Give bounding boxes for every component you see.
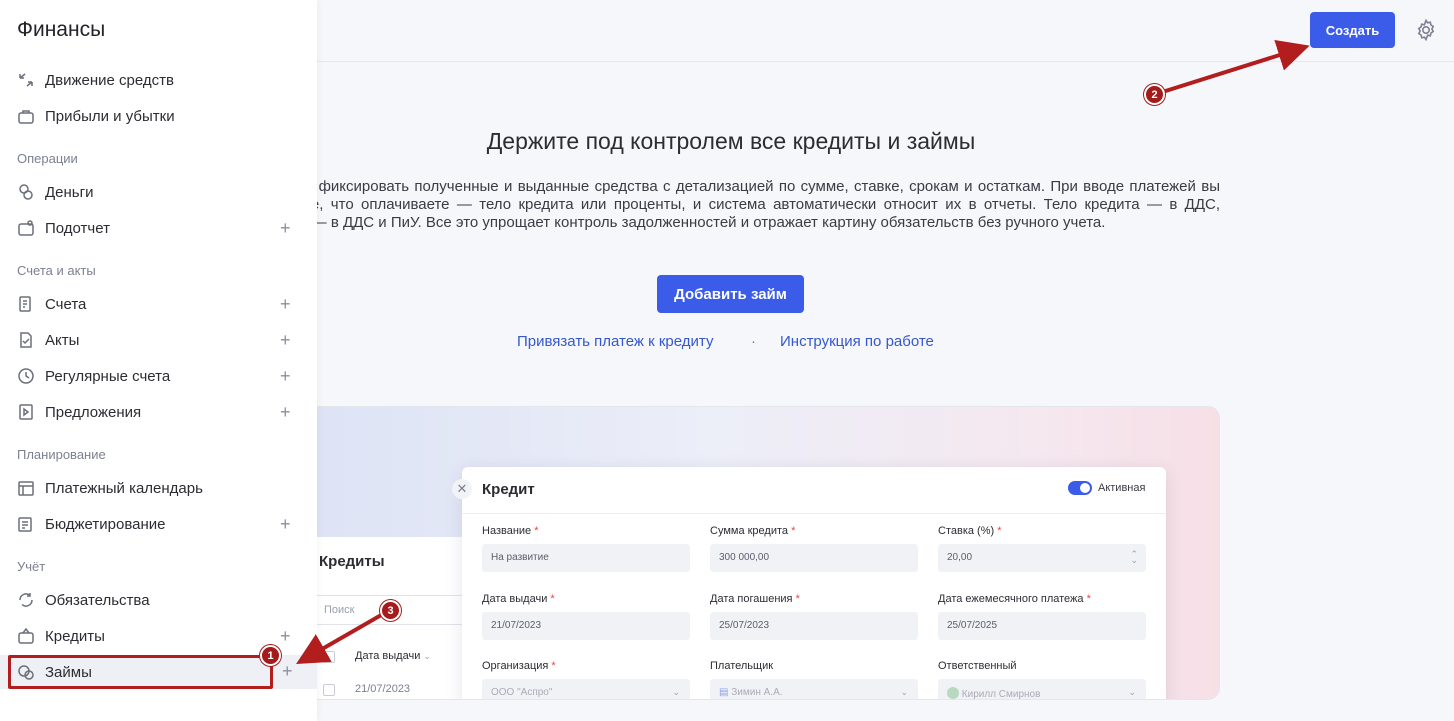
sidebar: Финансы Движение средств Прибыли и убытк… xyxy=(0,0,317,721)
monthly-date-label: Дата ежемесячного платежа * xyxy=(938,593,1091,605)
add-offer-button[interactable]: + xyxy=(280,402,291,423)
page-headline: Держите под контролем все кредиты и займ… xyxy=(486,128,976,154)
bind-payment-link[interactable]: Привязать платеж к кредиту xyxy=(517,333,713,350)
sidebar-item-label: Счета xyxy=(45,296,87,313)
sidebar-item-label: Регулярные счета xyxy=(45,368,171,385)
chevron-down-icon: ⌄ xyxy=(900,687,908,697)
add-budget-button[interactable]: + xyxy=(280,514,291,535)
sidebar-item-label: Прибыли и убытки xyxy=(45,108,175,125)
sidebar-item-label: Платежный календарь xyxy=(45,480,203,497)
active-toggle-label: Активная xyxy=(1098,482,1146,494)
sidebar-item-profit-loss[interactable]: Прибыли и убытки xyxy=(0,99,317,133)
avatar xyxy=(947,687,959,699)
sidebar-item-label: Кредиты xyxy=(45,628,105,645)
refresh-icon xyxy=(19,593,33,607)
invoice-icon xyxy=(19,296,31,312)
coins-icon xyxy=(19,184,33,200)
play-doc-icon xyxy=(19,404,33,420)
arrows-icon xyxy=(19,73,33,87)
amount-label: Сумма кредита * xyxy=(710,525,796,537)
sidebar-item-label: Обязательства xyxy=(45,592,150,609)
annotation-highlight-box xyxy=(8,655,273,689)
add-subreport-button[interactable]: + xyxy=(280,218,291,239)
header-checkbox xyxy=(323,651,335,663)
sidebar-item-label: Подотчет xyxy=(45,220,110,237)
chevron-down-icon: ⌄ xyxy=(672,687,680,697)
row-issue-date: 21/07/2023 xyxy=(355,683,411,695)
stepper-icon: ⌃ ⌄ xyxy=(1130,549,1138,565)
wallet-icon xyxy=(18,220,34,236)
add-loan-sidebar-button[interactable]: + xyxy=(275,658,305,688)
divider xyxy=(462,513,1166,514)
payer-field: ▤ Зимин А.А. ⌄ xyxy=(710,679,918,699)
amount-field: 300 000,00 xyxy=(710,544,918,572)
sidebar-item-label: Деньги xyxy=(45,184,94,201)
add-invoice-button[interactable]: + xyxy=(280,294,291,315)
sidebar-item-subreport[interactable]: Подотчет + xyxy=(0,211,317,245)
chevron-down-icon: ⌄ xyxy=(1128,687,1136,697)
create-button[interactable]: Создать xyxy=(1310,12,1395,48)
sidebar-item-obligations[interactable]: Обязательства xyxy=(0,583,317,617)
sidebar-item-pay-calendar[interactable]: Платежный календарь xyxy=(0,471,317,505)
add-act-button[interactable]: + xyxy=(280,330,291,351)
bag-icon xyxy=(18,110,34,124)
issue-date-field: 21/07/2023 xyxy=(482,612,690,640)
sidebar-item-budgeting[interactable]: Бюджетирование + xyxy=(0,507,317,541)
sidebar-item-label: Предложения xyxy=(45,404,142,421)
instructions-link[interactable]: Инструкция по работе xyxy=(780,333,934,350)
section-invoices: Счета и акты xyxy=(17,263,96,278)
credits-title: Кредиты xyxy=(319,553,385,570)
close-icon: ✕ xyxy=(452,479,472,499)
credit-modal-preview: ✕ Кредит Активная Название * На развитие… xyxy=(452,467,1166,699)
issue-date-label: Дата выдачи * xyxy=(482,593,555,605)
section-operations: Операции xyxy=(17,151,78,166)
sidebar-item-money[interactable]: Деньги xyxy=(0,175,317,209)
preview-illustration: Кредиты Поиск Дата выдачи ⌄ 21/07/2023 ✕… xyxy=(300,406,1220,700)
building-icon: ▤ xyxy=(719,687,729,698)
annotation-badge-1: 1 xyxy=(260,645,281,666)
plus-icon: + xyxy=(282,661,293,681)
repay-date-label: Дата погашения * xyxy=(710,593,800,605)
active-toggle xyxy=(1068,481,1092,495)
annotation-badge-2: 2 xyxy=(1144,84,1165,105)
column-issue-date: Дата выдачи ⌄ xyxy=(355,650,431,662)
modal-title: Кредит xyxy=(482,481,535,498)
budget-icon xyxy=(18,517,32,532)
clock-icon xyxy=(18,368,34,384)
payer-label: Плательщик xyxy=(710,660,774,672)
sidebar-item-recurring[interactable]: Регулярные счета + xyxy=(0,359,317,393)
sidebar-item-invoices[interactable]: Счета + xyxy=(0,287,317,321)
sidebar-item-offers[interactable]: Предложения + xyxy=(0,395,317,429)
annotation-badge-3: 3 xyxy=(380,600,401,621)
organization-label: Организация * xyxy=(482,660,556,672)
name-label: Название * xyxy=(482,525,539,537)
gear-icon[interactable] xyxy=(1414,18,1438,42)
name-field: На развитие xyxy=(482,544,690,572)
page-description: Позволяет фиксировать полученные и выдан… xyxy=(240,178,1220,231)
add-recurring-button[interactable]: + xyxy=(280,366,291,387)
sidebar-item-acts[interactable]: Акты + xyxy=(0,323,317,357)
monthly-date-field: 25/07/2025 xyxy=(938,612,1146,640)
link-separator: · xyxy=(751,333,756,350)
rate-label: Ставка (%) * xyxy=(938,525,1002,537)
sidebar-item-label: Акты xyxy=(45,332,80,349)
sidebar-item-label: Бюджетирование xyxy=(45,516,166,533)
add-loan-button[interactable]: Добавить займ xyxy=(657,275,804,313)
act-icon xyxy=(20,332,32,348)
sidebar-item-label: Движение средств xyxy=(45,72,175,89)
calendar-icon xyxy=(18,481,34,496)
responsible-field: Кирилл Смирнов ⌄ xyxy=(938,679,1146,699)
credit-bag-icon xyxy=(18,627,34,644)
sidebar-item-cash-flow[interactable]: Движение средств xyxy=(0,63,317,97)
rate-field: 20,00 ⌃ ⌄ xyxy=(938,544,1146,572)
row-checkbox xyxy=(323,684,335,696)
section-accounting: Учёт xyxy=(17,559,46,574)
responsible-label: Ответственный xyxy=(938,660,1017,672)
sidebar-title: Финансы xyxy=(17,18,106,41)
organization-field: ООО "Аспро" ⌄ xyxy=(482,679,690,699)
add-credit-button[interactable]: + xyxy=(280,626,291,647)
chevron-down-icon: ⌄ xyxy=(423,651,431,661)
section-planning: Планирование xyxy=(17,447,106,462)
repay-date-field: 25/07/2023 xyxy=(710,612,918,640)
